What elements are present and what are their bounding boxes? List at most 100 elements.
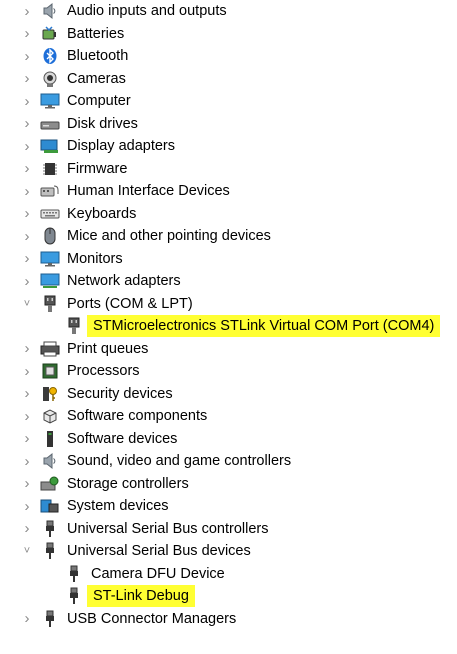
battery-icon: [40, 25, 60, 43]
tree-device-row[interactable]: Camera DFU Device: [0, 563, 457, 585]
tree-item-label: Monitors: [67, 250, 123, 267]
tree-item-label: ST-Link Debug: [87, 585, 195, 607]
camera-icon: [40, 70, 60, 88]
tree-item-label: Batteries: [67, 25, 125, 42]
usb-plug-icon: [40, 610, 60, 628]
chevron-right-icon[interactable]: ›: [20, 405, 34, 427]
chevron-down-icon[interactable]: ˅: [20, 293, 34, 315]
tree-item-label: Cameras: [67, 70, 126, 87]
tree-item-label: Bluetooth: [67, 48, 129, 64]
tree-item-label: Display adapters: [67, 138, 175, 154]
display-adapter-icon: [40, 137, 60, 155]
tree-item-label: Ports (COM & LPT): [67, 295, 193, 312]
tree-category-row[interactable]: ˅ Universal Serial Bus devices: [0, 540, 457, 562]
tree-category-row[interactable]: › Storage controllers: [0, 473, 457, 495]
disk-drive-icon: [40, 115, 60, 133]
chevron-right-icon[interactable]: ›: [20, 518, 34, 540]
tree-category-row[interactable]: › Software components: [0, 405, 457, 427]
tree-item-label: Storage controllers: [67, 475, 189, 492]
firmware-chip-icon: [40, 160, 60, 178]
device-tree: › Audio inputs and outputs › Batteries › Blue…: [0, 0, 457, 654]
tree-category-row[interactable]: › Mice and other pointing devices: [0, 225, 457, 247]
keyboard-icon: [40, 205, 60, 223]
processor-icon: [40, 362, 60, 380]
tree-category-row[interactable]: › Keyboards: [0, 203, 457, 225]
tree-category-row[interactable]: › Security devices: [0, 383, 457, 405]
chevron-right-icon[interactable]: ›: [20, 158, 34, 180]
chevron-right-icon[interactable]: ›: [20, 90, 34, 112]
tree-category-row[interactable]: › Print queues: [0, 338, 457, 360]
chevron-down-icon[interactable]: ˅: [20, 540, 34, 562]
mouse-icon: [40, 227, 60, 245]
tree-item-label: Keyboards: [67, 205, 137, 222]
monitor-icon: [40, 250, 60, 268]
tree-category-row[interactable]: › Display adapters: [0, 135, 457, 157]
chevron-right-icon[interactable]: ›: [20, 68, 34, 90]
chevron-right-icon[interactable]: ›: [20, 225, 34, 247]
chevron-right-icon[interactable]: ›: [20, 360, 34, 382]
tree-item-label: Print queues: [67, 340, 149, 357]
tree-category-row[interactable]: › Bluetooth: [0, 45, 457, 67]
tree-item-label: Computer: [67, 93, 131, 109]
tree-category-row[interactable]: › Audio inputs and outputs: [0, 0, 457, 22]
usb-plug-icon: [64, 565, 84, 583]
network-adapter-icon: [40, 272, 60, 290]
tree-category-row[interactable]: › Processors: [0, 360, 457, 382]
monitor-icon: [40, 92, 60, 110]
tree-category-row[interactable]: › Cameras: [0, 68, 457, 90]
tree-item-label: Disk drives: [67, 115, 138, 132]
chevron-right-icon[interactable]: ›: [20, 180, 34, 202]
tree-item-label: Camera DFU Device: [91, 565, 225, 582]
chevron-right-icon[interactable]: ›: [20, 270, 34, 292]
tree-category-row[interactable]: › Network adapters: [0, 270, 457, 292]
tree-category-row[interactable]: › Human Interface Devices: [0, 180, 457, 202]
tree-item-label: Mice and other pointing devices: [67, 228, 271, 244]
chevron-right-icon[interactable]: ›: [20, 608, 34, 630]
tree-device-row[interactable]: ST-Link Debug: [0, 585, 457, 607]
tree-category-row[interactable]: › Computer: [0, 90, 457, 112]
tree-category-row[interactable]: › System devices: [0, 495, 457, 517]
port-connector-icon: [64, 317, 84, 335]
software-component-icon: [40, 407, 60, 425]
tree-category-row[interactable]: › Monitors: [0, 248, 457, 270]
chevron-right-icon[interactable]: ›: [20, 113, 34, 135]
chevron-right-icon[interactable]: ›: [20, 450, 34, 472]
tree-item-label: USB Connector Managers: [67, 610, 237, 627]
usb-plug-icon: [40, 520, 60, 538]
chevron-right-icon[interactable]: ›: [20, 45, 34, 67]
speaker-icon: [40, 2, 60, 20]
tree-category-row[interactable]: › Universal Serial Bus controllers: [0, 518, 457, 540]
tree-device-row[interactable]: STMicroelectronics STLink Virtual COM Po…: [0, 315, 457, 337]
bluetooth-icon: [40, 47, 60, 65]
chevron-right-icon[interactable]: ›: [20, 495, 34, 517]
tree-category-row[interactable]: › USB Connector Managers: [0, 608, 457, 630]
chevron-right-icon[interactable]: ›: [20, 0, 34, 22]
tree-category-row[interactable]: › Software devices: [0, 428, 457, 450]
port-connector-icon: [40, 295, 60, 313]
chevron-right-icon[interactable]: ›: [20, 383, 34, 405]
speaker-icon: [40, 452, 60, 470]
tree-item-label: STMicroelectronics STLink Virtual COM Po…: [87, 315, 441, 337]
tree-item-label: Sound, video and game controllers: [67, 453, 292, 469]
tree-category-row[interactable]: › Firmware: [0, 158, 457, 180]
chevron-right-icon[interactable]: ›: [20, 473, 34, 495]
chevron-right-icon[interactable]: ›: [20, 248, 34, 270]
chevron-right-icon[interactable]: ›: [20, 135, 34, 157]
chevron-right-icon[interactable]: ›: [20, 23, 34, 45]
chevron-right-icon[interactable]: ›: [20, 203, 34, 225]
tree-item-label: Universal Serial Bus controllers: [67, 520, 269, 537]
chevron-right-icon[interactable]: ›: [20, 338, 34, 360]
tree-category-row[interactable]: › Batteries: [0, 23, 457, 45]
tree-category-row[interactable]: ˅ Ports (COM & LPT): [0, 293, 457, 315]
security-key-icon: [40, 385, 60, 403]
hid-icon: [40, 182, 60, 200]
usb-plug-icon: [40, 542, 60, 560]
usb-plug-icon: [64, 587, 84, 605]
tree-category-row[interactable]: › Disk drives: [0, 113, 457, 135]
tree-item-label: Security devices: [67, 385, 173, 402]
storage-controller-icon: [40, 475, 60, 493]
tree-item-label: Firmware: [67, 160, 128, 177]
chevron-right-icon[interactable]: ›: [20, 428, 34, 450]
tree-item-label: Software devices: [67, 430, 178, 447]
tree-category-row[interactable]: › Sound, video and game controllers: [0, 450, 457, 472]
